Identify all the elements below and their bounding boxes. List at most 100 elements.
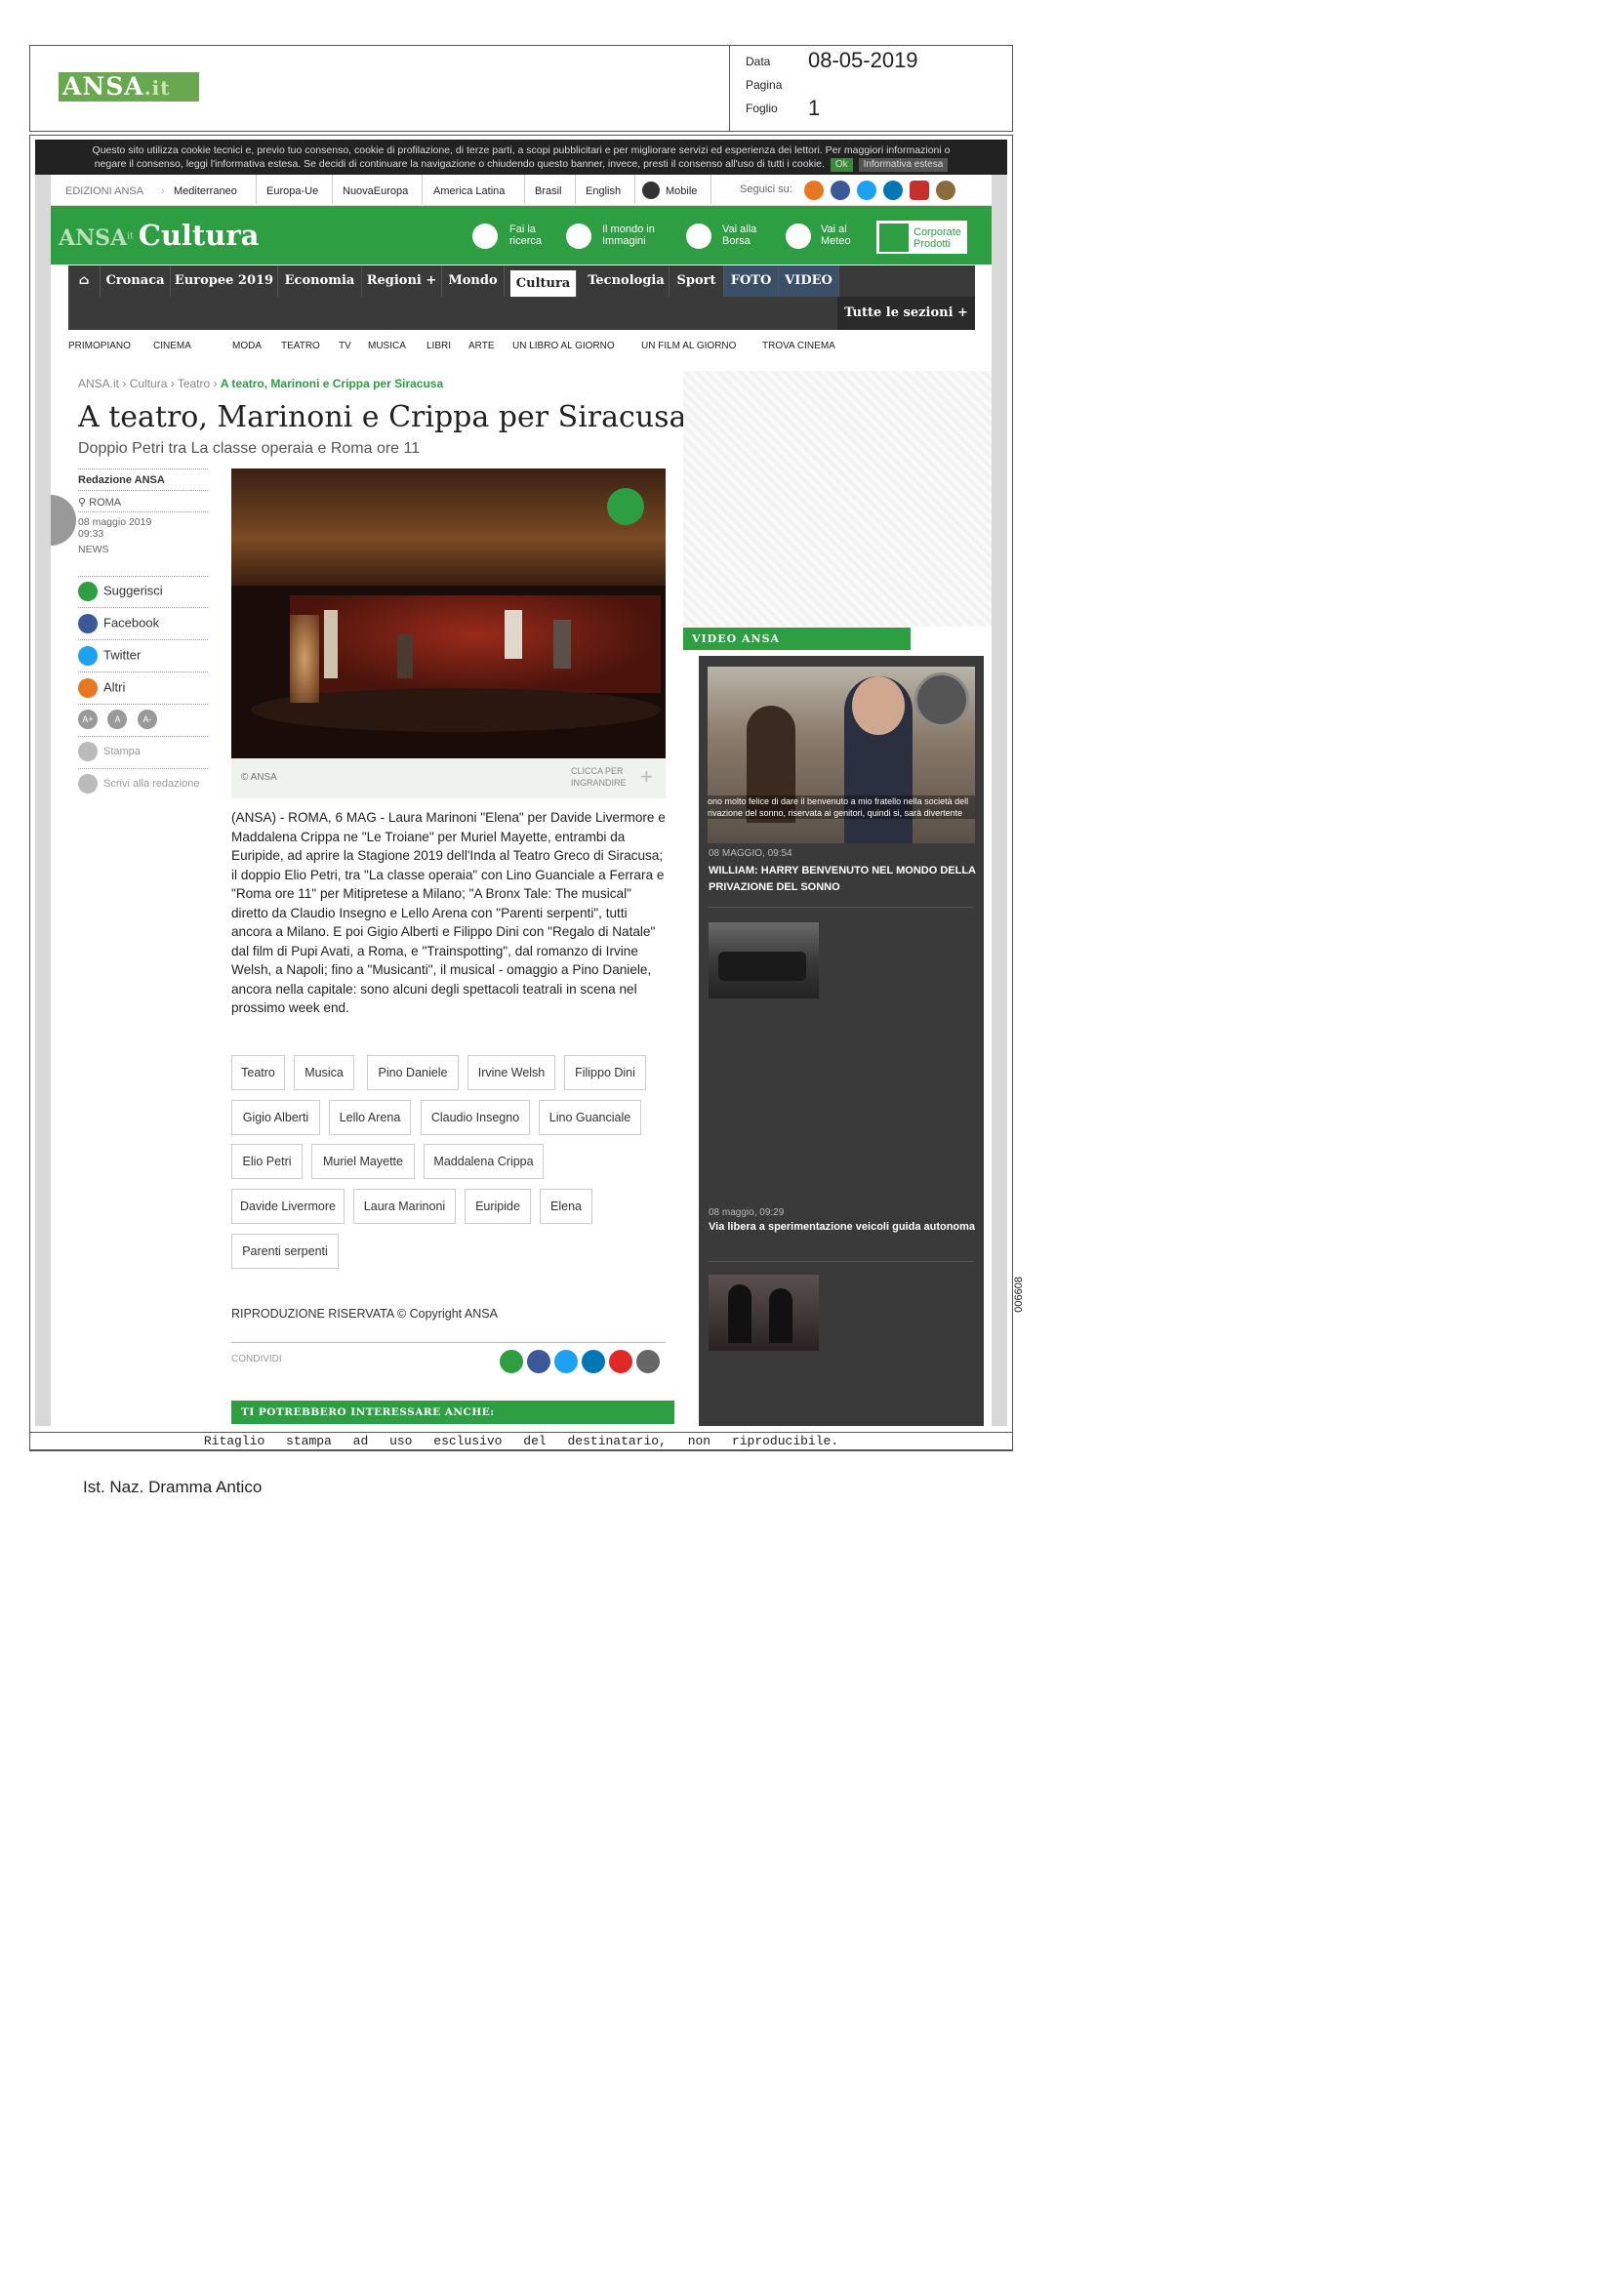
nav-cultura[interactable]: Cultura [510, 270, 577, 297]
subnav-libro[interactable]: UN LIBRO AL GIORNO [512, 341, 615, 351]
tag[interactable]: Maddalena Crippa [424, 1144, 544, 1179]
section-logo[interactable]: ANSAit Cultura [59, 219, 259, 252]
tag[interactable]: Pino Daniele [367, 1055, 459, 1090]
facebook-icon[interactable] [831, 181, 850, 200]
weather-icon[interactable] [786, 224, 811, 249]
edition-nuovaeuropa[interactable]: NuovaEuropa [343, 185, 408, 197]
tag[interactable]: Euripide [465, 1189, 531, 1224]
edition-brasil[interactable]: Brasil [535, 185, 562, 197]
corporate-button[interactable]: Corporate Prodotti [875, 220, 968, 255]
video-subtitle-1: ono molto felice di dare il benvenuto a … [708, 796, 969, 806]
cookie-info-button[interactable]: Informativa estesa [858, 158, 949, 172]
video-thumbnail[interactable] [709, 922, 819, 998]
tag[interactable]: Teatro [231, 1055, 285, 1090]
tag[interactable]: Claudio Insegno [421, 1100, 530, 1135]
subnav-musica[interactable]: MUSICA [368, 341, 406, 351]
video-camera-icon[interactable] [914, 672, 969, 727]
edition-english[interactable]: English [586, 185, 621, 197]
tag[interactable]: Lello Arena [329, 1100, 411, 1135]
nav-foto[interactable]: FOTO [724, 265, 779, 297]
subnav-primopiano[interactable]: PRIMOPIANO [68, 341, 131, 351]
flipboard-icon[interactable] [609, 1350, 632, 1373]
linkedin-icon[interactable] [883, 181, 903, 200]
subnav-libri[interactable]: LIBRI [426, 341, 451, 351]
nav-mondo[interactable]: Mondo [442, 265, 505, 297]
mail-icon[interactable] [636, 1350, 660, 1373]
tag[interactable]: Parenti serpenti [231, 1234, 339, 1269]
video-title[interactable]: Via libera a sperimentazione veicoli gui… [709, 1219, 977, 1236]
camera-icon[interactable] [607, 488, 644, 525]
rss-icon[interactable] [804, 181, 824, 200]
search-icon[interactable] [472, 224, 498, 249]
share-suggest[interactable]: Suggerisci [78, 582, 163, 601]
font-increase-button[interactable]: A+ [78, 710, 98, 729]
tag[interactable]: Davide Livermore [231, 1189, 345, 1224]
advertisement[interactable] [683, 371, 992, 627]
right-gutter [992, 175, 1007, 1426]
instagram-icon[interactable] [936, 181, 955, 200]
images-icon[interactable] [566, 224, 591, 249]
tag[interactable]: Irvine Welsh [467, 1055, 555, 1090]
pin-icon: ⚲ [78, 497, 90, 509]
video-title[interactable]: WILLIAM: HARRY BENVENUTO NEL MONDO DELLA… [709, 863, 977, 896]
foglio-value: 1 [808, 96, 821, 120]
subnav-film[interactable]: UN FILM AL GIORNO [641, 341, 736, 351]
share-twitter[interactable]: Twitter [78, 646, 141, 666]
video-thumbnail[interactable] [709, 1275, 819, 1351]
tag[interactable]: Filippo Dini [564, 1055, 646, 1090]
subnav-tv[interactable]: TV [339, 341, 351, 351]
data-value: 08-05-2019 [808, 48, 918, 72]
write-button[interactable]: Scrivi alla redazione [78, 774, 199, 794]
nav-regioni[interactable]: Regioni + [362, 265, 442, 297]
ansa-logo: ANSA.it [59, 72, 199, 102]
thumb-up-icon [78, 582, 98, 601]
all-sections-button[interactable]: Tutte le sezioni + [837, 297, 975, 330]
nav-sport[interactable]: Sport [670, 265, 724, 297]
nav-europee[interactable]: Europee 2019 [171, 265, 278, 297]
facebook-icon[interactable] [527, 1350, 550, 1373]
youtube-icon[interactable] [910, 181, 929, 200]
font-normal-button[interactable]: A [107, 710, 128, 729]
video-subtitle-2: rivazione del sonno, riservata ai genito… [708, 808, 963, 818]
search-button-label[interactable]: Fai la ricerca [509, 224, 542, 247]
thumb-up-icon[interactable] [500, 1350, 523, 1373]
print-button[interactable]: Stampa [78, 742, 141, 761]
linkedin-icon[interactable] [582, 1350, 605, 1373]
nav-video[interactable]: VIDEO [779, 265, 839, 297]
tag[interactable]: Musica [294, 1055, 354, 1090]
font-decrease-button[interactable]: A- [137, 710, 157, 729]
tag[interactable]: Laura Marinoni [353, 1189, 456, 1224]
edition-mobile[interactable]: Mobile [666, 185, 697, 197]
twitter-icon[interactable] [554, 1350, 578, 1373]
share-altri[interactable]: Altri [78, 678, 125, 698]
stock-button-label[interactable]: Vai alla Borsa [722, 224, 756, 247]
subnav-arte[interactable]: ARTE [468, 341, 495, 351]
cookie-ok-button[interactable]: Ok [830, 158, 853, 172]
share-facebook[interactable]: Facebook [78, 614, 159, 633]
subnav-teatro[interactable]: TEATRO [281, 341, 320, 351]
subnav-moda[interactable]: MODA [232, 341, 262, 351]
edition-europa-ue[interactable]: Europa-Ue [266, 185, 318, 197]
nav-cronaca[interactable]: Cronaca [101, 265, 171, 297]
tag[interactable]: Elena [540, 1189, 592, 1224]
home-icon[interactable]: ⌂ [68, 265, 101, 297]
twitter-icon[interactable] [857, 181, 876, 200]
video-thumbnail[interactable]: ono molto felice di dare il benvenuto a … [708, 667, 975, 843]
tag[interactable]: Muriel Mayette [311, 1144, 415, 1179]
edition-mediterraneo[interactable]: Mediterraneo [174, 185, 237, 197]
tag[interactable]: Elio Petri [231, 1144, 303, 1179]
edition-america-latina[interactable]: America Latina [433, 185, 505, 197]
subnav-cinema[interactable]: CINEMA [153, 341, 191, 351]
enlarge-label[interactable]: CLICCA PER INGRANDIRE [571, 765, 627, 789]
nav-economia[interactable]: Economia [278, 265, 362, 297]
weather-button-label[interactable]: Vai al Meteo [821, 224, 851, 247]
tag[interactable]: Gigio Alberti [231, 1100, 320, 1135]
tag[interactable]: Lino Guanciale [539, 1100, 641, 1135]
article-photo[interactable] [231, 468, 666, 758]
images-button-label[interactable]: Il mondo in Immagini [602, 224, 655, 247]
facebook-icon [78, 614, 98, 633]
plus-icon[interactable]: + [640, 764, 653, 790]
subnav-trova-cinema[interactable]: TROVA CINEMA [762, 341, 835, 351]
nav-tecnologia[interactable]: Tecnologia [584, 265, 670, 297]
stock-icon[interactable] [686, 224, 711, 249]
